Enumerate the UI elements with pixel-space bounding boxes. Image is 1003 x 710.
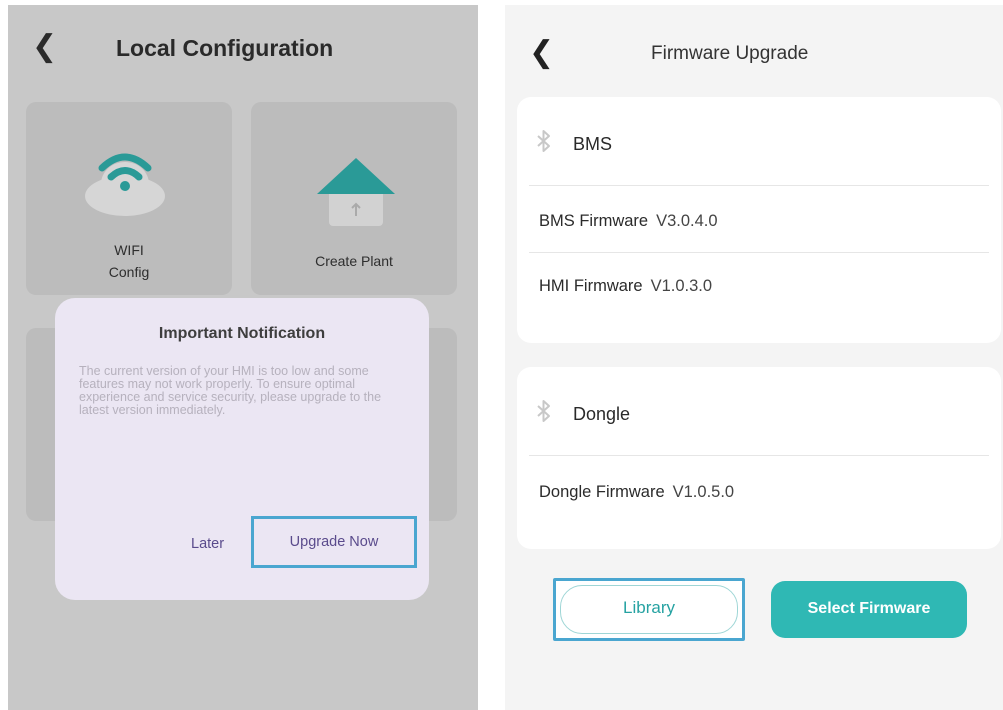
wifi-label-line2: Config — [108, 264, 150, 280]
library-label: Library — [623, 598, 675, 617]
bms-card: BMS BMS Firmware V3.0.4.0 HMI Firmware V1.… — [517, 97, 1001, 343]
wifi-label-line1: WIFI — [114, 242, 144, 258]
firmware-version: V3.0.4.0 — [656, 212, 718, 230]
firmware-label: HMI Firmware — [539, 277, 643, 295]
create-plant-label: Create Plant — [315, 253, 393, 269]
select-firmware-label: Select Firmware — [807, 600, 931, 617]
later-button[interactable]: Later — [191, 536, 224, 552]
divider — [529, 455, 989, 456]
dongle-header: Dongle — [573, 404, 631, 424]
firmware-label: BMS Firmware — [539, 212, 649, 230]
upgrade-now-label: Upgrade Now — [289, 534, 379, 550]
local-configuration-screen: ❮ Local Configuration WIFI Config Create… — [8, 5, 478, 710]
firmware-version: V1.0.5.0 — [672, 483, 735, 501]
wifi-config-label: WIFI Config — [26, 239, 232, 283]
dongle-card-header: Dongle — [517, 367, 1001, 459]
select-firmware-button[interactable]: Select Firmware — [771, 581, 967, 638]
bms-firmware-row: BMS Firmware V3.0.4.0 — [539, 212, 718, 231]
firmware-version: V1.0.3.0 — [650, 277, 713, 295]
bluetooth-icon — [537, 400, 550, 422]
house-icon — [317, 158, 395, 226]
divider — [529, 252, 989, 253]
library-button[interactable]: Library — [553, 578, 745, 641]
dongle-firmware-row: Dongle Firmware V1.0.5.0 — [539, 483, 734, 502]
wifi-config-tile[interactable]: WIFI Config — [26, 102, 232, 295]
wifi-cloud-icon — [85, 153, 165, 216]
page-title: Local Configuration — [116, 35, 334, 61]
dialog-message: The current version of your HMI is too l… — [79, 364, 382, 417]
firmware-label: Dongle Firmware — [539, 483, 665, 501]
dialog-title: Important Notification — [158, 325, 326, 342]
dongle-card: Dongle Dongle Firmware V1.0.5.0 — [517, 367, 1001, 549]
hmi-firmware-row: HMI Firmware V1.0.3.0 — [539, 277, 712, 296]
notification-dialog: Important Notification The current versi… — [55, 298, 429, 600]
bms-header: BMS — [573, 134, 613, 154]
back-icon[interactable]: ❮ — [32, 29, 57, 64]
back-icon[interactable]: ❮ — [529, 35, 554, 70]
upgrade-now-button[interactable]: Upgrade Now — [251, 516, 417, 568]
firmware-upgrade-screen: ❮ Firmware Upgrade BMS BMS Firmware V3.0.… — [505, 5, 1003, 710]
page-title: Firmware Upgrade — [651, 43, 809, 64]
divider — [529, 185, 989, 186]
left-header: ❮ Local Configuration — [8, 5, 478, 85]
bms-card-header: BMS — [517, 97, 1001, 189]
bluetooth-icon — [537, 130, 550, 152]
create-plant-tile[interactable]: Create Plant — [251, 102, 457, 295]
